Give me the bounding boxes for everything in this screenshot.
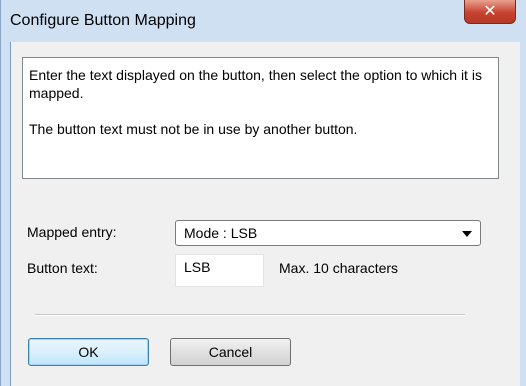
button-text-label: Button text:	[27, 260, 98, 276]
dialog-client-area: Enter the text displayed on the button, …	[10, 42, 520, 386]
mapped-entry-value: Mode : LSB	[184, 225, 258, 241]
separator-line	[35, 314, 465, 316]
ok-button[interactable]: OK	[28, 338, 149, 366]
mapped-entry-dropdown[interactable]: Mode : LSB	[175, 220, 481, 246]
button-text-input[interactable]: LSB	[175, 254, 264, 287]
window-title: Configure Button Mapping	[10, 12, 196, 29]
max-characters-hint: Max. 10 characters	[279, 260, 399, 276]
button-text-value: LSB	[184, 259, 211, 275]
instructions-line-2: The button text must not be in use by an…	[29, 121, 358, 137]
close-icon: ✕	[483, 1, 497, 20]
mapped-entry-label: Mapped entry:	[27, 224, 117, 240]
cancel-button[interactable]: Cancel	[170, 338, 291, 366]
instructions-box: Enter the text displayed on the button, …	[22, 57, 499, 179]
dropdown-arrow-icon	[462, 231, 472, 237]
title-bar[interactable]: Configure Button Mapping ✕	[1, 0, 526, 40]
dialog-window: Configure Button Mapping ✕ Enter the tex…	[0, 0, 526, 386]
close-button[interactable]: ✕	[464, 0, 516, 24]
instructions-line-1: Enter the text displayed on the button, …	[29, 67, 482, 101]
